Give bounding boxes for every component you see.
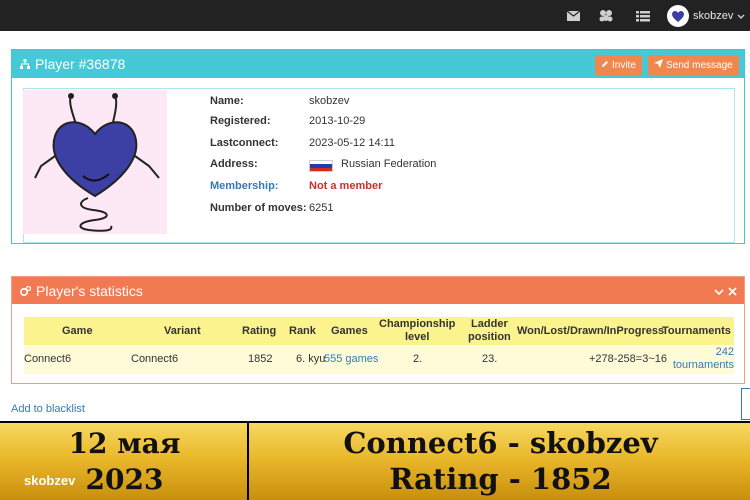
sitemap-icon xyxy=(20,56,30,72)
address-value: Russian Federation xyxy=(341,158,437,170)
cell-won-lost: +278-258=3~16 xyxy=(589,353,667,365)
stats-panel-header: Player's statistics xyxy=(12,277,744,304)
top-navbar: skobzev xyxy=(0,0,750,31)
stats-table-header: Game Variant Rating Rank Games Champions… xyxy=(24,317,734,345)
cell-variant: Connect6 xyxy=(131,353,179,365)
pencil-icon xyxy=(601,60,609,71)
banner-title: Connect6 - skobzev xyxy=(343,426,658,460)
cell-rating: 1852 xyxy=(248,353,273,365)
users-icon[interactable] xyxy=(598,8,614,24)
player-panel-title: Player #36878 xyxy=(20,56,125,72)
list-icon[interactable] xyxy=(635,8,651,24)
table-row: Connect6 Connect6 1852 6. kyu 555 games … xyxy=(24,346,734,374)
col-rating: Rating xyxy=(242,325,277,337)
chevron-down-icon[interactable] xyxy=(714,283,724,301)
name-value: skobzev xyxy=(309,95,350,107)
membership-value: Not a member xyxy=(309,180,383,192)
bottom-banner: 12 мая 2023 skobzev Connect6 - skobzev R… xyxy=(0,421,750,500)
invite-button[interactable]: Invite xyxy=(595,55,642,75)
cell-rank: 6. kyu xyxy=(296,353,326,365)
close-icon[interactable] xyxy=(728,283,737,301)
col-rank: Rank xyxy=(289,325,316,337)
col-championship: Championship level xyxy=(379,318,456,343)
tournaments-link[interactable]: 242 tournaments xyxy=(672,346,734,372)
moves-label: Number of moves: xyxy=(210,202,307,214)
player-avatar-image xyxy=(23,90,167,234)
nav-username: skobzev xyxy=(693,10,734,22)
col-won-lost: Won/Lost/Drawn/InProgress xyxy=(517,325,665,337)
banner-date-box: 12 мая 2023 skobzev xyxy=(0,423,249,500)
cogs-icon xyxy=(19,283,32,299)
avatar xyxy=(667,5,689,27)
moves-value: 6251 xyxy=(309,202,334,214)
col-games: Games xyxy=(331,325,368,337)
col-game: Game xyxy=(62,325,93,337)
russia-flag-icon xyxy=(309,160,333,172)
col-ladder: Ladder position xyxy=(468,318,511,343)
banner-date-day: 12 мая xyxy=(68,427,181,460)
address-label: Address: xyxy=(210,158,258,170)
paper-plane-icon xyxy=(654,59,663,71)
col-variant: Variant xyxy=(164,325,201,337)
stats-panel-title: Player's statistics xyxy=(19,283,143,299)
col-tournaments: Tournaments xyxy=(662,325,731,337)
banner-username: skobzev xyxy=(24,473,76,488)
banner-title-box: Connect6 - skobzev Rating - 1852 xyxy=(251,423,750,500)
lastconnect-value: 2023-05-12 14:11 xyxy=(309,137,396,149)
side-scroll-widget[interactable] xyxy=(741,388,750,420)
registered-value: 2013-10-29 xyxy=(309,115,366,127)
player-panel-header: Player #36878 Invite Send message xyxy=(12,50,744,78)
games-link[interactable]: 555 games xyxy=(324,353,378,366)
chevron-down-icon xyxy=(737,7,745,25)
cell-championship: 2. xyxy=(413,353,423,365)
send-message-button[interactable]: Send message xyxy=(648,55,739,75)
cell-ladder: 23. xyxy=(482,353,498,365)
banner-rating: Rating - 1852 xyxy=(389,462,612,496)
lastconnect-label: Lastconnect: xyxy=(210,137,279,149)
add-to-blacklist-link[interactable]: Add to blacklist xyxy=(11,403,85,415)
membership-link[interactable]: Membership: xyxy=(210,180,278,192)
stats-panel: Player's statistics Game Variant Rating … xyxy=(11,276,745,384)
envelope-icon[interactable] xyxy=(565,8,581,24)
cell-game: Connect6 xyxy=(24,353,72,365)
stats-panel-controls xyxy=(714,283,737,301)
user-menu[interactable]: skobzev xyxy=(667,4,745,28)
registered-label: Registered: xyxy=(210,115,271,127)
name-label: Name: xyxy=(210,95,244,107)
